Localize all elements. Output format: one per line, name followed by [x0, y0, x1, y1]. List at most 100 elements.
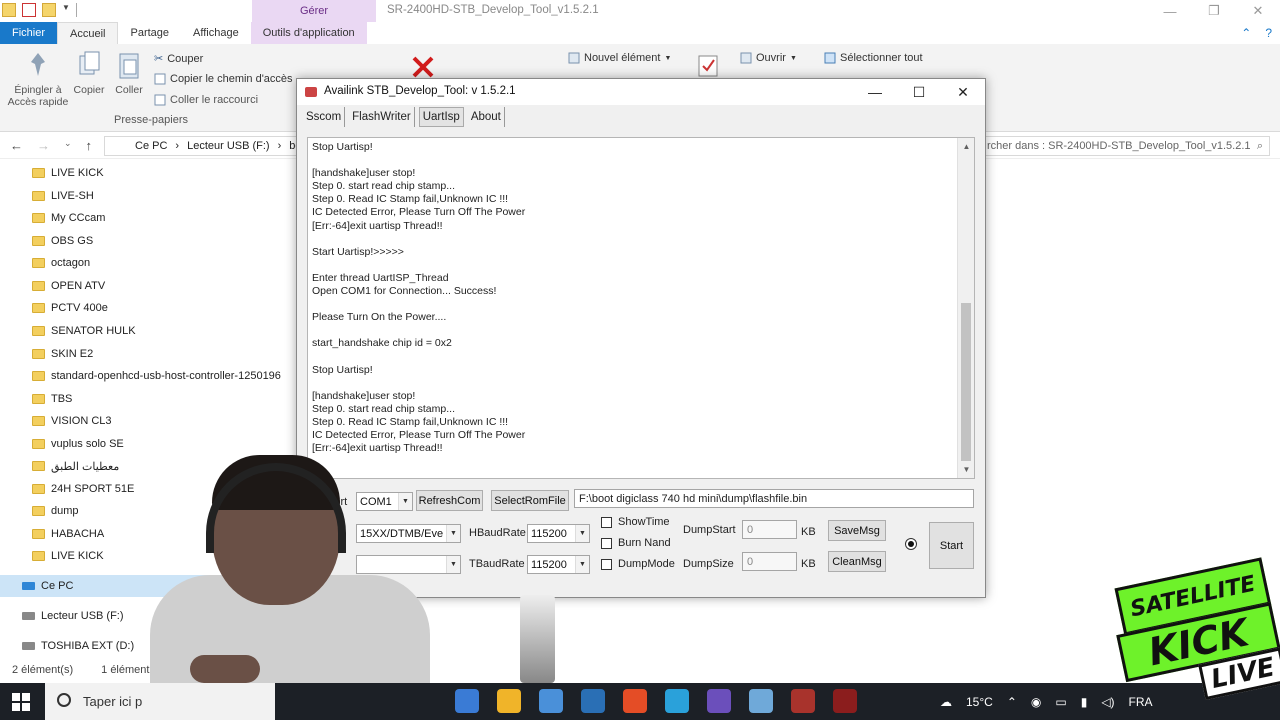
- status-radio[interactable]: [905, 538, 917, 550]
- volume-icon[interactable]: ◁): [1101, 695, 1114, 709]
- select-all-label: Sélectionner tout: [840, 52, 923, 64]
- sidebar-item[interactable]: vuplus solo SE: [32, 433, 124, 455]
- sidebar-item[interactable]: OBS GS: [32, 230, 93, 252]
- sidebar-item[interactable]: معطيات الطبق: [32, 455, 119, 477]
- tab-flashwriter[interactable]: FlashWriter: [349, 107, 415, 127]
- chevron-up-icon[interactable]: ⌃: [1007, 695, 1017, 709]
- copy-path-button[interactable]: Copier le chemin d'accès: [154, 73, 293, 85]
- properties-check-icon[interactable]: [696, 54, 720, 78]
- forward-arrow-icon[interactable]: →: [37, 138, 50, 153]
- tab-file[interactable]: Fichier: [0, 22, 58, 44]
- calculator-icon[interactable]: [539, 689, 563, 713]
- app-icon[interactable]: [707, 689, 731, 713]
- sidebar-item[interactable]: LIVE KICK: [32, 545, 104, 567]
- show-time-checkbox[interactable]: ShowTime: [601, 516, 670, 528]
- sidebar-item[interactable]: SENATOR HULK: [32, 320, 136, 342]
- sidebar-item[interactable]: TBS: [32, 388, 72, 410]
- open-button[interactable]: Ouvrir ▼: [740, 52, 797, 64]
- new-item-button[interactable]: Nouvel élément ▼: [568, 52, 671, 64]
- save-msg-button[interactable]: SaveMsg: [828, 520, 886, 541]
- breadcrumb-item[interactable]: Lecteur USB (F:): [187, 140, 270, 152]
- properties-icon[interactable]: [22, 3, 36, 17]
- close-icon[interactable]: ✕: [941, 79, 985, 105]
- up-arrow-icon[interactable]: ↑: [86, 138, 93, 153]
- record-icon[interactable]: ◉: [1031, 695, 1041, 709]
- delete-icon[interactable]: [410, 54, 436, 80]
- dump-size-field[interactable]: 0: [742, 552, 797, 571]
- windows-start-icon[interactable]: [12, 693, 30, 711]
- sidebar-item-external-drive[interactable]: TOSHIBA EXT (D:): [22, 635, 134, 657]
- folder-icon[interactable]: [2, 3, 16, 17]
- sidebar-item[interactable]: HABACHA: [32, 523, 104, 545]
- sidebar-item[interactable]: octagon: [32, 252, 90, 274]
- sidebar-item[interactable]: LIVE-SH: [32, 185, 94, 207]
- app-icon[interactable]: [455, 689, 479, 713]
- sidebar-item[interactable]: 24H SPORT 51E: [32, 478, 134, 500]
- tab-sscom[interactable]: Sscom: [303, 107, 346, 127]
- app-icon[interactable]: [497, 689, 521, 713]
- winrar-icon[interactable]: [791, 689, 815, 713]
- help-icon[interactable]: ?: [1265, 26, 1272, 40]
- telegram-icon[interactable]: [665, 689, 689, 713]
- app-icon[interactable]: [749, 689, 773, 713]
- hbaud-select[interactable]: 115200 ▼: [527, 524, 590, 543]
- sidebar-item[interactable]: SKIN E2: [32, 343, 93, 365]
- new-folder-icon[interactable]: [42, 3, 56, 17]
- scroll-up-icon[interactable]: ▲: [958, 138, 974, 155]
- weather-icon[interactable]: ☁: [940, 695, 952, 709]
- sidebar-item[interactable]: OPEN ATV: [32, 275, 105, 297]
- breadcrumb-item[interactable]: Ce PC: [135, 140, 167, 152]
- recent-chevron-icon[interactable]: ⌄: [64, 138, 72, 153]
- sidebar-item[interactable]: My CCcam: [32, 207, 105, 229]
- close-icon[interactable]: ✕: [1236, 0, 1280, 22]
- maximize-icon[interactable]: ☐: [897, 79, 941, 105]
- restore-icon[interactable]: ❐: [1192, 0, 1236, 22]
- microphone-icon[interactable]: ▮: [1081, 695, 1088, 709]
- scroll-down-icon[interactable]: ▼: [958, 461, 974, 478]
- tab-view[interactable]: Affichage: [181, 22, 251, 44]
- tbaud-select[interactable]: 115200 ▼: [527, 555, 590, 574]
- search-input[interactable]: rcher dans : SR-2400HD-STB_Develop_Tool_…: [980, 136, 1270, 156]
- breadcrumb[interactable]: Ce PC › Lecteur USB (F:) › bo: [104, 136, 304, 156]
- sidebar-item-usb-drive[interactable]: Lecteur USB (F:): [22, 605, 124, 627]
- tab-about[interactable]: About: [468, 107, 505, 127]
- log-output[interactable]: Stop Uartisp! [handshake]user stop! Step…: [307, 137, 975, 479]
- minimize-icon[interactable]: —: [853, 79, 897, 105]
- sidebar-item[interactable]: dump: [32, 500, 79, 522]
- scroll-thumb[interactable]: [961, 303, 971, 461]
- manage-context-tab[interactable]: Gérer: [252, 0, 376, 22]
- taskbar-search-input[interactable]: Taper ici p: [45, 683, 275, 720]
- tab-home[interactable]: Accueil: [57, 22, 119, 44]
- chevron-down-icon[interactable]: ▼: [62, 3, 70, 17]
- pin-quick-access-button[interactable]: Épingler à Accès rapide: [8, 50, 68, 108]
- copy-button[interactable]: Copier: [72, 50, 106, 96]
- app-icon[interactable]: [581, 689, 605, 713]
- folder-icon: [32, 326, 45, 336]
- burn-nand-checkbox[interactable]: Burn Nand: [601, 537, 671, 549]
- back-arrow-icon[interactable]: ←: [10, 138, 23, 153]
- sidebar-item[interactable]: standard-openhcd-usb-host-controller-125…: [32, 365, 281, 387]
- paste-shortcut-button[interactable]: Coller le raccourci: [154, 94, 258, 106]
- temperature[interactable]: 15°C: [966, 695, 993, 709]
- availink-icon[interactable]: [833, 689, 857, 713]
- minimize-icon[interactable]: —: [1148, 0, 1192, 22]
- clean-msg-button[interactable]: CleanMsg: [828, 551, 886, 572]
- paste-button[interactable]: Coller: [112, 50, 146, 96]
- dump-mode-checkbox[interactable]: DumpMode: [601, 558, 675, 570]
- sidebar-item[interactable]: PCTV 400e: [32, 297, 108, 319]
- log-scrollbar[interactable]: ▲ ▼: [957, 138, 974, 478]
- collapse-ribbon-icon[interactable]: ⌃: [1241, 26, 1251, 40]
- chrome-icon[interactable]: [623, 689, 647, 713]
- start-button[interactable]: Start: [929, 522, 974, 569]
- tab-app-tools[interactable]: Outils d'application: [250, 22, 367, 44]
- rom-path-field[interactable]: F:\boot digiclass 740 hd mini\dump\flash…: [574, 489, 974, 508]
- sidebar-item[interactable]: LIVE KICK: [32, 162, 104, 184]
- tab-share[interactable]: Partage: [118, 22, 181, 44]
- select-all-button[interactable]: Sélectionner tout: [824, 52, 923, 64]
- sidebar-item[interactable]: VISION CL3: [32, 410, 112, 432]
- network-icon[interactable]: ▭: [1055, 695, 1066, 709]
- select-rom-file-button[interactable]: SelectRomFile: [491, 490, 569, 511]
- cut-button[interactable]: ✂ Couper: [154, 52, 203, 66]
- dump-start-field[interactable]: 0: [742, 520, 797, 539]
- tab-uartisp[interactable]: UartIsp: [418, 107, 464, 127]
